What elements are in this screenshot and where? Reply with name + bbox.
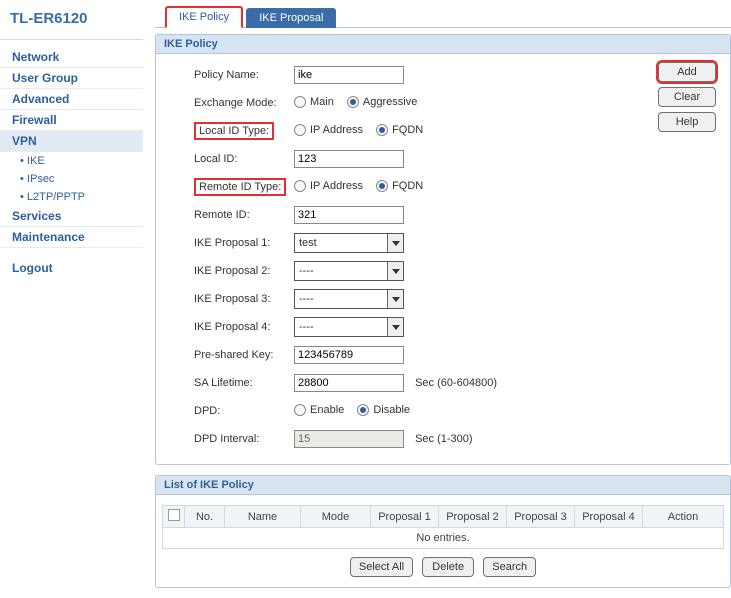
sidebar-item-maintenance[interactable]: Maintenance — [0, 227, 143, 248]
col-p4: Proposal 4 — [575, 506, 643, 528]
local-id-input[interactable] — [294, 150, 404, 168]
col-action: Action — [643, 506, 724, 528]
proposal-3-select[interactable]: ---- — [294, 289, 404, 309]
radio-label-remote-ip: IP Address — [310, 180, 363, 192]
tab-ike-policy[interactable]: IKE Policy — [165, 6, 243, 28]
no-entries-text: No entries. — [162, 528, 724, 549]
checkbox-icon[interactable] — [168, 509, 180, 521]
label-exchange-mode: Exchange Mode: — [164, 97, 294, 109]
select-all-button[interactable]: Select All — [350, 557, 413, 577]
proposal-4-select[interactable]: ---- — [294, 317, 404, 337]
radio-label-dpd-disable: Disable — [373, 404, 410, 416]
chevron-down-icon — [387, 290, 403, 308]
label-policy-name: Policy Name: — [164, 69, 294, 81]
list-footer-buttons: Select All Delete Search — [162, 549, 724, 581]
radio-label-dpd-enable: Enable — [310, 404, 344, 416]
radio-exchange-main[interactable]: Main — [294, 96, 334, 108]
panel-title-ike-policy: IKE Policy — [156, 35, 730, 54]
label-proposal-4: IKE Proposal 4: — [164, 321, 294, 333]
panel-ike-policy: IKE Policy Add Clear Help Policy Name: — [155, 34, 731, 465]
tabs: IKE Policy IKE Proposal — [155, 6, 731, 28]
radio-label-local-fqdn: FQDN — [392, 124, 423, 136]
chevron-down-icon — [387, 234, 403, 252]
proposal-2-select[interactable]: ---- — [294, 261, 404, 281]
sidebar-sub-ipsec[interactable]: IPsec — [0, 170, 143, 188]
radio-dpd-disable[interactable]: Disable — [357, 404, 410, 416]
sa-lifetime-input[interactable] — [294, 374, 404, 392]
panel-title-list: List of IKE Policy — [156, 476, 730, 495]
proposal-4-value: ---- — [299, 321, 314, 333]
sa-lifetime-suffix: Sec (60-604800) — [415, 377, 497, 389]
psk-input[interactable] — [294, 346, 404, 364]
label-remote-id-type: Remote ID Type: — [194, 178, 286, 196]
label-proposal-2: IKE Proposal 2: — [164, 265, 294, 277]
search-button[interactable]: Search — [483, 557, 536, 577]
sidebar-item-network[interactable]: Network — [0, 47, 143, 68]
radio-local-id-fqdn[interactable]: FQDN — [376, 124, 423, 136]
label-local-id: Local ID: — [164, 153, 294, 165]
label-dpd: DPD: — [164, 405, 294, 417]
sidebar-item-services[interactable]: Services — [0, 206, 143, 227]
col-no: No. — [185, 506, 225, 528]
label-psk: Pre-shared Key: — [164, 349, 294, 361]
radio-label-main: Main — [310, 96, 334, 108]
sidebar-sub-l2tp-pptp[interactable]: L2TP/PPTP — [0, 188, 143, 206]
radio-exchange-aggressive[interactable]: Aggressive — [347, 96, 417, 108]
label-local-id-type: Local ID Type: — [194, 122, 274, 140]
chevron-down-icon — [387, 318, 403, 336]
sidebar-sub-ike[interactable]: IKE — [0, 152, 143, 170]
sidebar-item-logout[interactable]: Logout — [0, 258, 143, 278]
radio-remote-id-fqdn[interactable]: FQDN — [376, 180, 423, 192]
sidebar: TL-ER6120 Network User Group Advanced Fi… — [0, 0, 143, 598]
proposal-2-value: ---- — [299, 265, 314, 277]
col-p2: Proposal 2 — [439, 506, 507, 528]
panel-list-ike-policy: List of IKE Policy No. Name Mode Proposa… — [155, 475, 731, 588]
radio-label-remote-fqdn: FQDN — [392, 180, 423, 192]
remote-id-input[interactable] — [294, 206, 404, 224]
dpd-interval-input[interactable] — [294, 430, 404, 448]
label-remote-id: Remote ID: — [164, 209, 294, 221]
radio-label-local-ip: IP Address — [310, 124, 363, 136]
sidebar-item-advanced[interactable]: Advanced — [0, 89, 143, 110]
tab-ike-proposal[interactable]: IKE Proposal — [246, 8, 336, 28]
delete-button[interactable]: Delete — [422, 557, 474, 577]
proposal-1-select[interactable]: test — [294, 233, 404, 253]
radio-local-id-ip[interactable]: IP Address — [294, 124, 363, 136]
policy-name-input[interactable] — [294, 66, 404, 84]
chevron-down-icon — [387, 262, 403, 280]
sidebar-item-user-group[interactable]: User Group — [0, 68, 143, 89]
divider — [0, 39, 143, 41]
label-proposal-3: IKE Proposal 3: — [164, 293, 294, 305]
label-proposal-1: IKE Proposal 1: — [164, 237, 294, 249]
action-column: Add Clear Help — [658, 62, 720, 137]
label-sa-lifetime: SA Lifetime: — [164, 377, 294, 389]
device-title: TL-ER6120 — [0, 8, 143, 39]
dpd-interval-suffix: Sec (1-300) — [415, 433, 472, 445]
proposal-1-value: test — [299, 237, 317, 249]
sidebar-item-vpn[interactable]: VPN — [0, 131, 143, 152]
col-name: Name — [225, 506, 301, 528]
proposal-3-value: ---- — [299, 293, 314, 305]
clear-button[interactable]: Clear — [658, 87, 716, 107]
col-mode: Mode — [301, 506, 371, 528]
sidebar-item-firewall[interactable]: Firewall — [0, 110, 143, 131]
col-check — [163, 506, 185, 528]
radio-label-aggressive: Aggressive — [363, 96, 417, 108]
add-button[interactable]: Add — [658, 62, 716, 82]
col-p1: Proposal 1 — [371, 506, 439, 528]
label-dpd-interval: DPD Interval: — [164, 433, 294, 445]
radio-remote-id-ip[interactable]: IP Address — [294, 180, 363, 192]
col-p3: Proposal 3 — [507, 506, 575, 528]
help-button[interactable]: Help — [658, 112, 716, 132]
policy-list-table: No. Name Mode Proposal 1 Proposal 2 Prop… — [162, 505, 724, 528]
table-header-row: No. Name Mode Proposal 1 Proposal 2 Prop… — [163, 506, 724, 528]
radio-dpd-enable[interactable]: Enable — [294, 404, 344, 416]
